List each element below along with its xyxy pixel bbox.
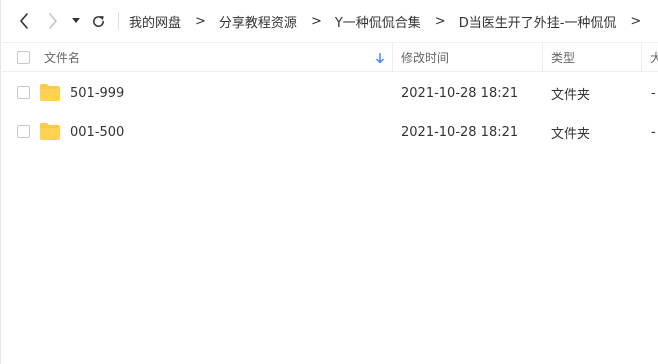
row-checkbox[interactable] (17, 86, 30, 99)
column-header-modified[interactable]: 修改时间 (401, 43, 449, 72)
file-type: 文件夹 (551, 126, 591, 142)
column-header-size[interactable]: 大 (650, 43, 658, 72)
table-row[interactable]: 501-999 2021-10-28 18:21 文件夹 - (0, 73, 658, 113)
column-resize-handle[interactable] (392, 43, 393, 72)
toolbar-divider (118, 12, 119, 30)
table-row[interactable]: 001-500 2021-10-28 18:21 文件夹 - (0, 112, 658, 152)
breadcrumb-separator: > (195, 13, 206, 29)
row-checkbox[interactable] (17, 125, 30, 138)
breadcrumb-item-collection[interactable]: Y一种侃侃合集 (335, 12, 421, 31)
select-all-checkbox[interactable] (17, 51, 30, 64)
chevron-right-icon (49, 13, 57, 29)
back-button[interactable] (14, 11, 34, 31)
modified-time: 2021-10-28 18:21 (401, 124, 519, 140)
column-header-type[interactable]: 类型 (551, 43, 575, 72)
folder-icon (40, 84, 60, 101)
column-resize-handle[interactable] (641, 43, 642, 72)
navigation-toolbar: 我的网盘 > 分享教程资源 > Y一种侃侃合集 > D当医生开了外挂-一种侃侃 … (0, 0, 658, 42)
arrow-down-icon (375, 53, 385, 64)
file-name[interactable]: 501-999 (70, 73, 124, 113)
breadcrumb-item-shared-resources[interactable]: 分享教程资源 (219, 12, 297, 31)
breadcrumb-separator[interactable]: > (630, 14, 641, 29)
breadcrumb-item-my-drive[interactable]: 我的网盘 (129, 12, 181, 31)
file-type: 文件夹 (551, 87, 591, 103)
column-resize-handle[interactable] (542, 43, 543, 72)
file-browser-window: 我的网盘 > 分享教程资源 > Y一种侃侃合集 > D当医生开了外挂-一种侃侃 … (0, 0, 658, 364)
breadcrumb-separator: > (310, 13, 322, 29)
column-header-name[interactable]: 文件名 (44, 43, 80, 72)
file-size: - (651, 85, 656, 101)
folder-icon (40, 123, 60, 140)
breadcrumb-separator: > (434, 13, 446, 29)
chevron-left-icon (20, 13, 28, 29)
refresh-button[interactable] (88, 11, 108, 31)
refresh-icon (92, 15, 104, 27)
modified-time: 2021-10-28 18:21 (401, 85, 519, 101)
breadcrumb-item-current-folder[interactable]: D当医生开了外挂-一种侃侃 (459, 12, 617, 31)
caret-down-icon (72, 18, 80, 23)
file-name[interactable]: 001-500 (70, 112, 124, 152)
file-size: - (651, 124, 656, 140)
history-dropdown-button[interactable] (68, 11, 84, 31)
forward-button[interactable] (43, 11, 63, 31)
table-header: 文件名 修改时间 类型 大 (0, 42, 658, 72)
breadcrumb: 我的网盘 > 分享教程资源 > Y一种侃侃合集 > D当医生开了外挂-一种侃侃 … (129, 0, 654, 42)
sort-button[interactable] (374, 51, 386, 65)
